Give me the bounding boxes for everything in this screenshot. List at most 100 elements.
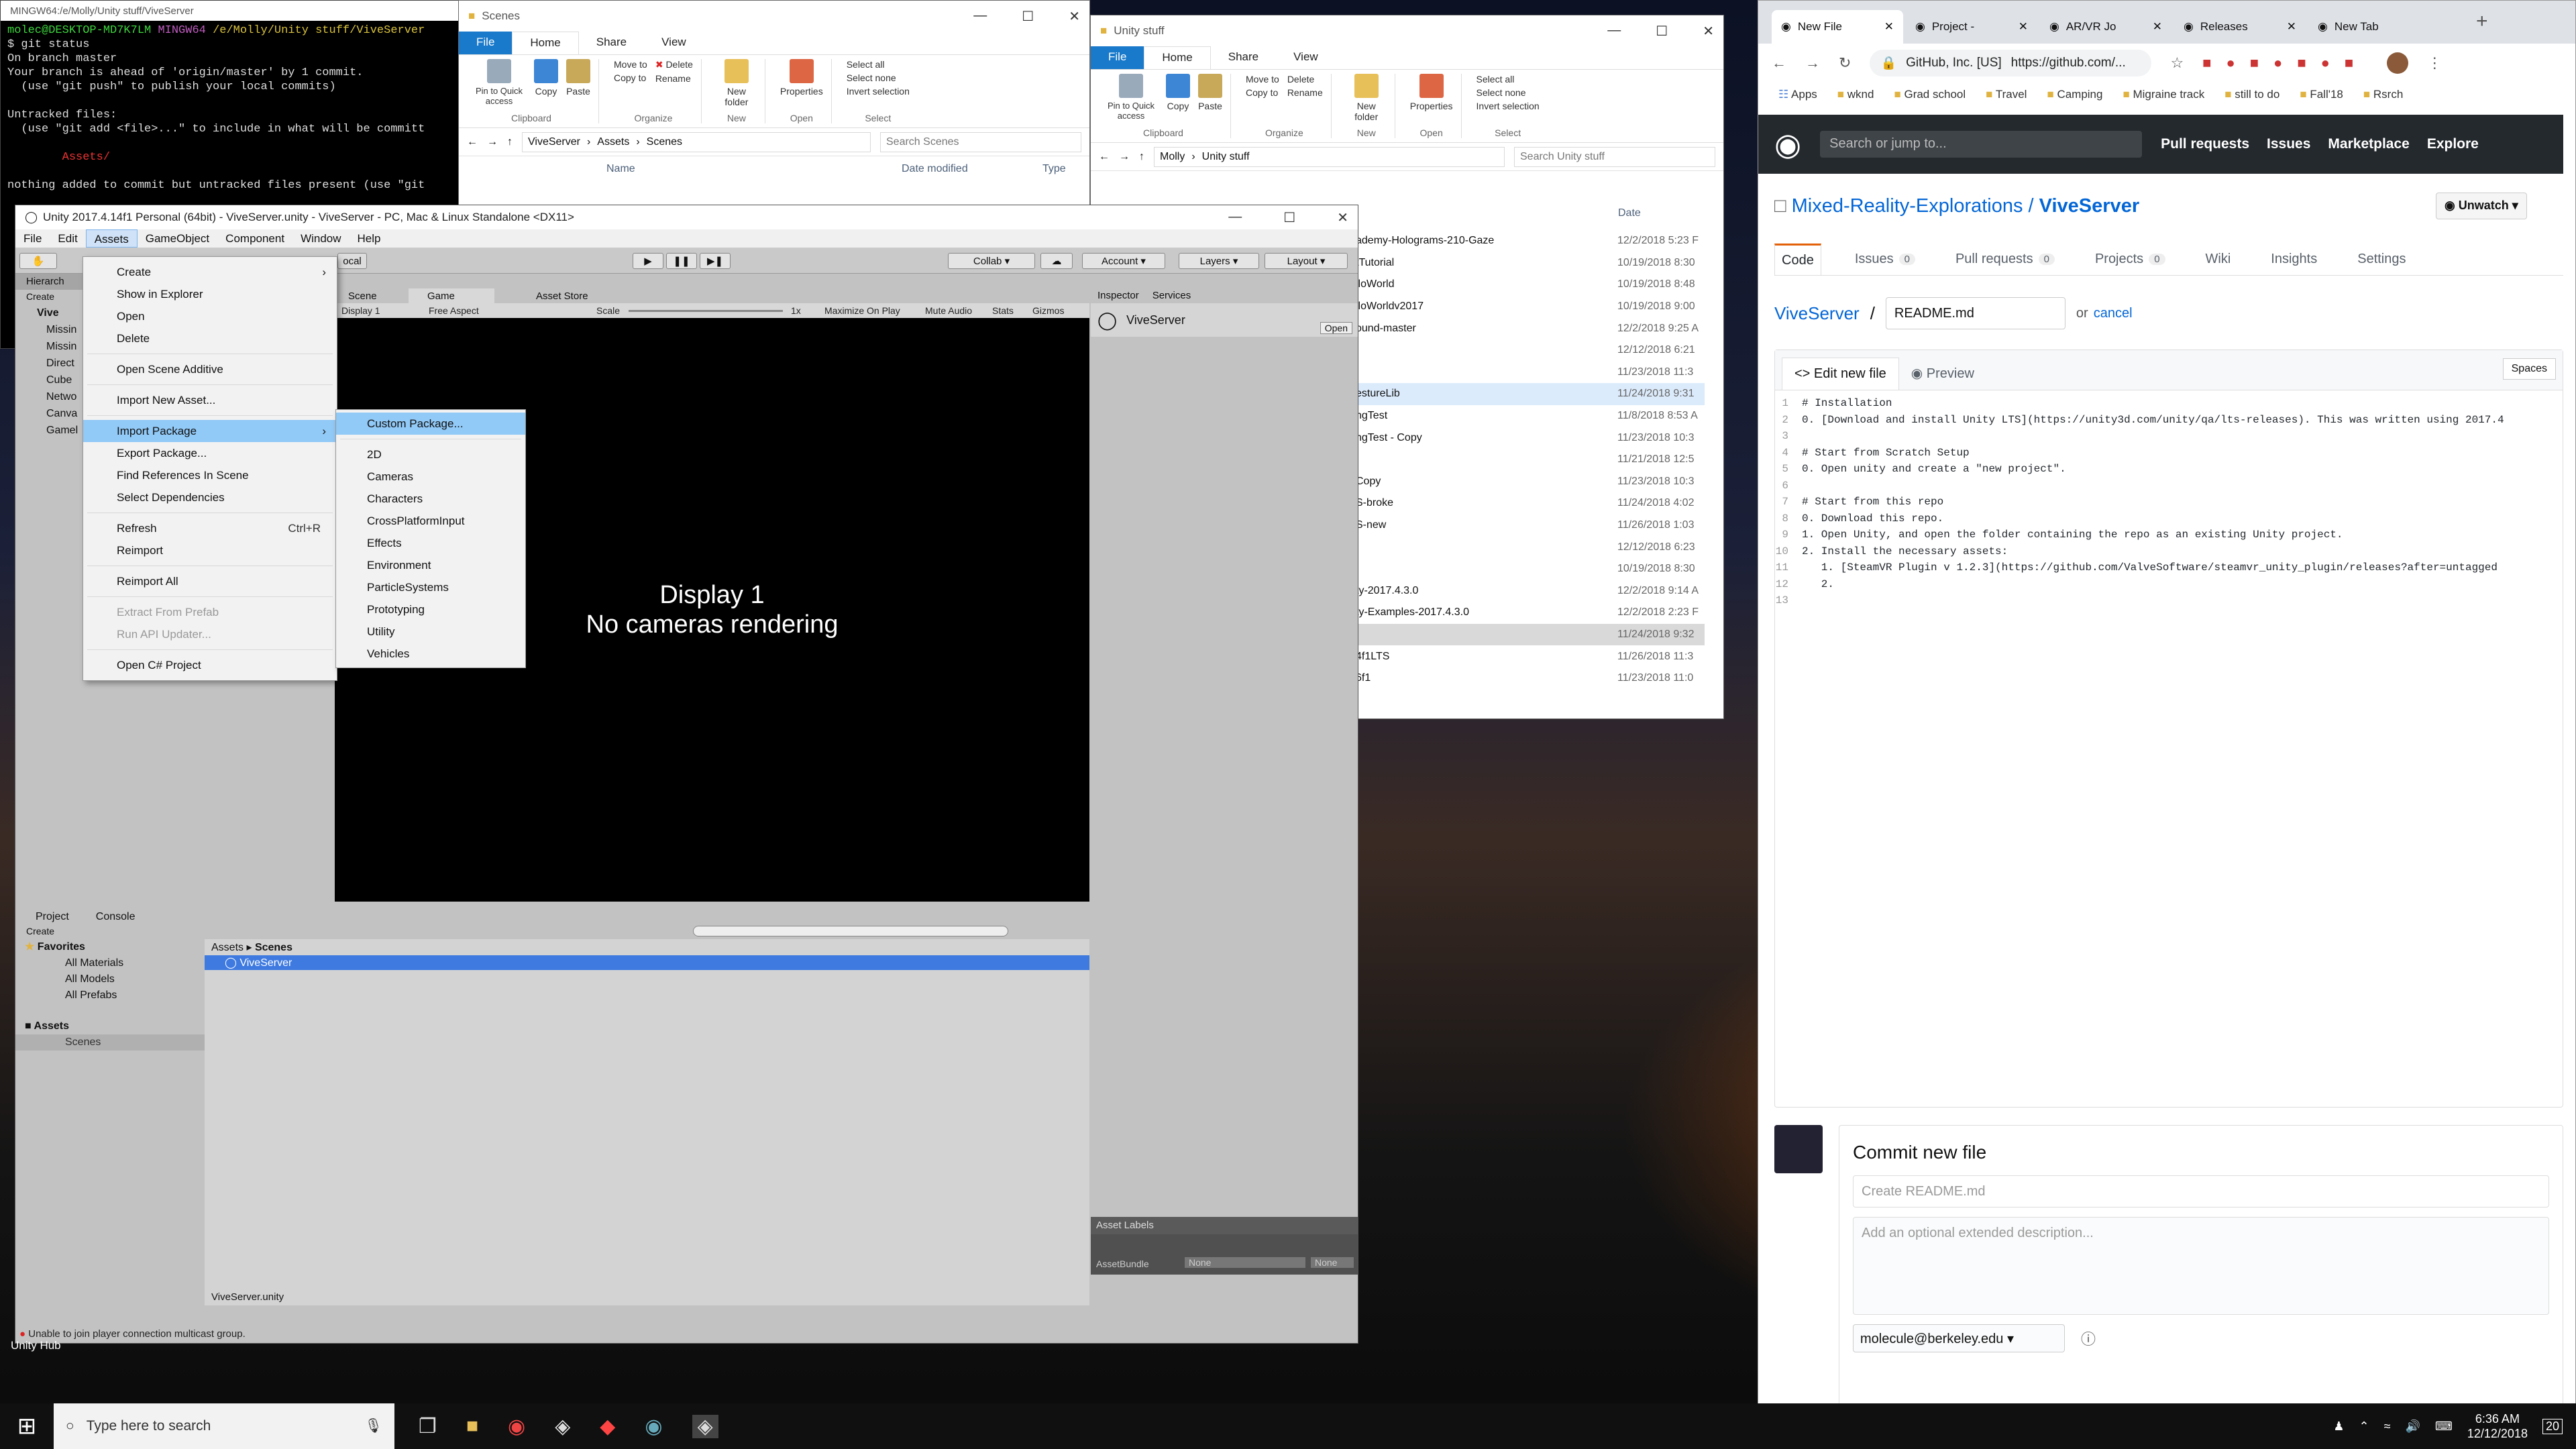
tab-console[interactable]: Console bbox=[96, 911, 136, 923]
project-panel[interactable]: Project Console Create ★ Favorites All M… bbox=[15, 910, 1089, 1305]
menu-icon[interactable]: ⋮ bbox=[2427, 54, 2442, 72]
display-select[interactable]: Display 1 bbox=[341, 305, 380, 316]
asset-bundle-select[interactable]: None bbox=[1185, 1257, 1305, 1268]
github-logo-icon[interactable]: ◉ bbox=[1774, 126, 1801, 162]
browser-tab[interactable]: ◉ Project - ✕ bbox=[1906, 10, 2037, 44]
list-item[interactable]: ademy-Holograms-210-Gaze 12/2/2018 5:23 F bbox=[1356, 230, 1705, 252]
col-type[interactable]: Type bbox=[1042, 163, 1066, 175]
browser-tab[interactable]: ◉ AR/VR Jo ✕ bbox=[2040, 10, 2171, 44]
mute-audio[interactable]: Mute Audio bbox=[925, 305, 972, 316]
bookmark-item[interactable]: ■ Camping bbox=[2047, 88, 2102, 101]
assets-menu-item[interactable]: Open bbox=[83, 305, 337, 327]
indent-mode-select[interactable]: Spaces bbox=[2502, 358, 2556, 380]
back-icon[interactable]: ← bbox=[1099, 151, 1110, 163]
project-search-input[interactable] bbox=[693, 926, 1008, 936]
forward-icon[interactable]: → bbox=[1805, 54, 1820, 72]
import-package-item[interactable]: ParticleSystems bbox=[336, 576, 525, 598]
assets-menu-item[interactable]: Refresh Ctrl+R bbox=[83, 517, 337, 539]
list-item[interactable]: tTutorial 10/19/2018 8:30 bbox=[1356, 252, 1705, 274]
nav-pull-requests[interactable]: Pull requests bbox=[2161, 136, 2249, 152]
import-package-item[interactable]: CrossPlatformInput bbox=[336, 510, 525, 532]
properties-button[interactable]: Properties bbox=[1410, 74, 1453, 111]
filename-input[interactable]: README.md bbox=[1885, 297, 2065, 329]
commit-summary-input[interactable]: Create README.md bbox=[1853, 1175, 2549, 1208]
tab-services[interactable]: Services bbox=[1152, 290, 1191, 302]
bookmark-item[interactable]: ■ still to do bbox=[2224, 88, 2279, 101]
desktop-unity-hub[interactable]: Unity Hub bbox=[11, 1339, 61, 1352]
commit-email-select[interactable]: molecule@berkeley.edu ▾ bbox=[1853, 1324, 2065, 1352]
assets-menu-item[interactable]: Import New Asset... bbox=[83, 389, 337, 411]
github-search-input[interactable]: Search or jump to... bbox=[1820, 131, 2143, 158]
back-icon[interactable]: ← bbox=[467, 136, 478, 148]
minimize-icon[interactable]: — bbox=[973, 8, 987, 25]
assets-menu-item[interactable]: Create › bbox=[83, 261, 337, 283]
copy-button[interactable]: Copy bbox=[1166, 74, 1190, 111]
unity-hub-icon[interactable]: ◈ bbox=[555, 1415, 570, 1438]
minimize-icon[interactable]: — bbox=[1228, 209, 1242, 226]
bookmark-item[interactable]: ■ Grad school bbox=[1894, 88, 1966, 101]
tab-file[interactable]: File bbox=[1091, 46, 1144, 69]
repo-tab[interactable]: Code bbox=[1774, 244, 1821, 275]
tab-game[interactable]: Game bbox=[409, 288, 494, 303]
delete-button[interactable]: ✖ Delete bbox=[655, 59, 693, 70]
inspector-panel[interactable]: Inspector Services ◯ ViveServer Open Ass… bbox=[1091, 288, 1358, 1295]
search-input[interactable]: Search Scenes bbox=[880, 131, 1081, 152]
assets-menu-item[interactable]: Open Scene Additive bbox=[83, 358, 337, 380]
status-bar[interactable]: ● Unable to join player connection multi… bbox=[15, 1326, 1358, 1343]
help-icon[interactable]: ⓘ bbox=[2081, 1328, 2096, 1349]
nav-marketplace[interactable]: Marketplace bbox=[2328, 136, 2409, 152]
import-package-item[interactable]: Vehicles bbox=[336, 643, 525, 665]
browser-tab[interactable]: ◉ Releases ✕ bbox=[2174, 10, 2306, 44]
paste-button[interactable]: Paste bbox=[1198, 74, 1222, 111]
file-explorer-icon[interactable]: ■ bbox=[466, 1415, 478, 1438]
scene-file-item[interactable]: ◯ ViveServer bbox=[205, 955, 1089, 970]
new-tab-plus-icon[interactable]: + bbox=[2476, 10, 2488, 33]
pin-button[interactable]: Pin to Quick access bbox=[472, 59, 526, 106]
back-icon[interactable]: ← bbox=[1772, 54, 1786, 72]
list-item[interactable]: 6f1 11/23/2018 11:0 bbox=[1356, 667, 1705, 690]
tab-close-icon[interactable]: ✕ bbox=[2153, 20, 2162, 34]
list-item[interactable]: 11/21/2018 12:5 bbox=[1356, 449, 1705, 471]
assets-menu-item[interactable]: Reimport All bbox=[83, 570, 337, 592]
explorer-scenes-window[interactable]: ■ Scenes — ☐ ✕ File Home Share View Pin to… bbox=[458, 0, 1090, 208]
tab-file[interactable]: File bbox=[459, 32, 513, 54]
hand-tool-icon[interactable]: ✋ bbox=[19, 253, 57, 269]
terminal-titlebar[interactable]: MINGW64:/e/Molly/Unity stuff/ViveServer bbox=[1, 1, 462, 21]
import-package-item[interactable]: Effects bbox=[336, 532, 525, 554]
pivot-toggle[interactable]: ocal bbox=[337, 253, 367, 269]
assets-menu-item[interactable]: Reimport bbox=[83, 539, 337, 561]
copy-button[interactable]: Copy bbox=[534, 59, 558, 97]
col-date[interactable]: Date modified bbox=[902, 163, 1042, 175]
import-package-item[interactable]: 2D bbox=[336, 443, 525, 466]
repo-owner-link[interactable]: Mixed-Reality-Explorations bbox=[1792, 195, 2023, 217]
assets-menu-item[interactable]: Find References In Scene bbox=[83, 464, 337, 486]
invert-selection-button[interactable]: Invert selection bbox=[1477, 101, 1540, 111]
tab-home[interactable]: Home bbox=[512, 32, 579, 54]
assets-menu-item[interactable]: Extract From Prefab bbox=[83, 601, 337, 623]
volume-icon[interactable]: 🔊 bbox=[2405, 1419, 2420, 1434]
aspect-select[interactable]: Free Aspect bbox=[429, 305, 479, 316]
tab-preview[interactable]: ◉ Preview bbox=[1899, 357, 1986, 390]
bookmark-star-icon[interactable]: ☆ bbox=[2170, 54, 2184, 72]
import-package-item[interactable]: Utility bbox=[336, 621, 525, 643]
tab-view[interactable]: View bbox=[1276, 46, 1336, 69]
new-folder-button[interactable]: New folder bbox=[716, 59, 757, 107]
tab-close-icon[interactable]: ✕ bbox=[1884, 20, 1894, 34]
copy-to-button[interactable]: Copy to bbox=[1246, 87, 1279, 98]
bookmark-item[interactable]: ■ Migraine track bbox=[2123, 88, 2204, 101]
project-content[interactable]: Assets ▸ Scenes ◯ ViveServer ViveServer.… bbox=[205, 939, 1089, 1305]
unwatch-button[interactable]: ◉ Unwatch ▾ bbox=[2436, 193, 2527, 219]
nav-explore[interactable]: Explore bbox=[2427, 136, 2479, 152]
tab-view[interactable]: View bbox=[644, 32, 704, 54]
list-item[interactable]: ty-Examples-2017.4.3.0 12/2/2018 2:23 F bbox=[1356, 602, 1705, 624]
assets-menu-item[interactable]: Delete bbox=[83, 327, 337, 350]
select-all-button[interactable]: Select all bbox=[847, 59, 910, 70]
tab-project[interactable]: Project bbox=[36, 911, 69, 923]
menu-help[interactable]: Help bbox=[350, 229, 389, 248]
list-item[interactable]: S-broke 11/24/2018 4:02 bbox=[1356, 492, 1705, 515]
omnibox[interactable]: 🔒 GitHub, Inc. [US] https://github.com/.… bbox=[1870, 50, 2152, 76]
list-item[interactable]: 11/23/2018 11:3 bbox=[1356, 362, 1705, 384]
select-all-button[interactable]: Select all bbox=[1477, 74, 1540, 85]
clock[interactable]: 6:36 AM 12/12/2018 bbox=[2467, 1411, 2528, 1441]
import-package-item[interactable]: Characters bbox=[336, 488, 525, 510]
